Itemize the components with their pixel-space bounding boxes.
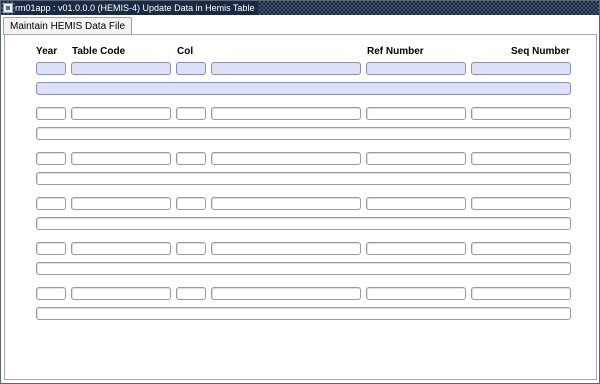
year-field[interactable] xyxy=(36,197,66,210)
col-field[interactable] xyxy=(176,152,206,165)
col-description-field[interactable] xyxy=(211,242,361,255)
tab-maintain-hemis-data-file[interactable]: Maintain HEMIS Data File xyxy=(3,17,133,35)
col-description-field[interactable] xyxy=(211,62,361,75)
data-value-field[interactable] xyxy=(36,82,571,95)
table-code-field[interactable] xyxy=(71,62,171,75)
year-field[interactable] xyxy=(36,242,66,255)
record-row-5 xyxy=(5,242,596,277)
tab-strip: Maintain HEMIS Data File xyxy=(1,15,599,35)
window-title: rm01app : v01.0.0.0 (HEMIS-4) Update Dat… xyxy=(15,1,259,15)
seq-number-header: Seq Number xyxy=(511,46,570,57)
col-description-field[interactable] xyxy=(211,287,361,300)
ref-number-field[interactable] xyxy=(366,152,466,165)
record-row-3 xyxy=(5,152,596,187)
table-code-field[interactable] xyxy=(71,152,171,165)
seq-number-field[interactable] xyxy=(471,287,571,300)
record-row-6 xyxy=(5,287,596,322)
record-row-4 xyxy=(5,197,596,232)
data-value-field[interactable] xyxy=(36,127,571,140)
col-field[interactable] xyxy=(176,107,206,120)
ref-number-field[interactable] xyxy=(366,287,466,300)
seq-number-field[interactable] xyxy=(471,197,571,210)
form-panel: Year Table Code Col Ref Number Seq Numbe… xyxy=(4,34,597,380)
data-value-field[interactable] xyxy=(36,307,571,320)
app-icon xyxy=(3,3,13,13)
ref-number-header: Ref Number xyxy=(367,46,424,57)
col-field[interactable] xyxy=(176,287,206,300)
ref-number-field[interactable] xyxy=(366,242,466,255)
col-description-field[interactable] xyxy=(211,107,361,120)
data-value-field[interactable] xyxy=(36,262,571,275)
seq-number-field[interactable] xyxy=(471,242,571,255)
col-description-field[interactable] xyxy=(211,152,361,165)
year-field[interactable] xyxy=(36,152,66,165)
year-header: Year xyxy=(36,46,58,57)
col-header: Col xyxy=(177,46,194,57)
table-code-field[interactable] xyxy=(71,107,171,120)
seq-number-field[interactable] xyxy=(471,152,571,165)
table-code-header: Table Code xyxy=(72,46,126,57)
table-code-field[interactable] xyxy=(71,197,171,210)
col-field[interactable] xyxy=(176,62,206,75)
data-value-field[interactable] xyxy=(36,172,571,185)
record-row-1 xyxy=(5,62,596,97)
app-window: rm01app : v01.0.0.0 (HEMIS-4) Update Dat… xyxy=(0,0,600,384)
col-description-field[interactable] xyxy=(211,197,361,210)
record-row-2 xyxy=(5,107,596,142)
col-field[interactable] xyxy=(176,197,206,210)
ref-number-field[interactable] xyxy=(366,62,466,75)
data-value-field[interactable] xyxy=(36,217,571,230)
year-field[interactable] xyxy=(36,107,66,120)
ref-number-field[interactable] xyxy=(366,107,466,120)
table-code-field[interactable] xyxy=(71,242,171,255)
ref-number-field[interactable] xyxy=(366,197,466,210)
year-field[interactable] xyxy=(36,287,66,300)
seq-number-field[interactable] xyxy=(471,107,571,120)
title-bar[interactable]: rm01app : v01.0.0.0 (HEMIS-4) Update Dat… xyxy=(1,1,599,15)
table-code-field[interactable] xyxy=(71,287,171,300)
year-field[interactable] xyxy=(36,62,66,75)
seq-number-field[interactable] xyxy=(471,62,571,75)
col-field[interactable] xyxy=(176,242,206,255)
